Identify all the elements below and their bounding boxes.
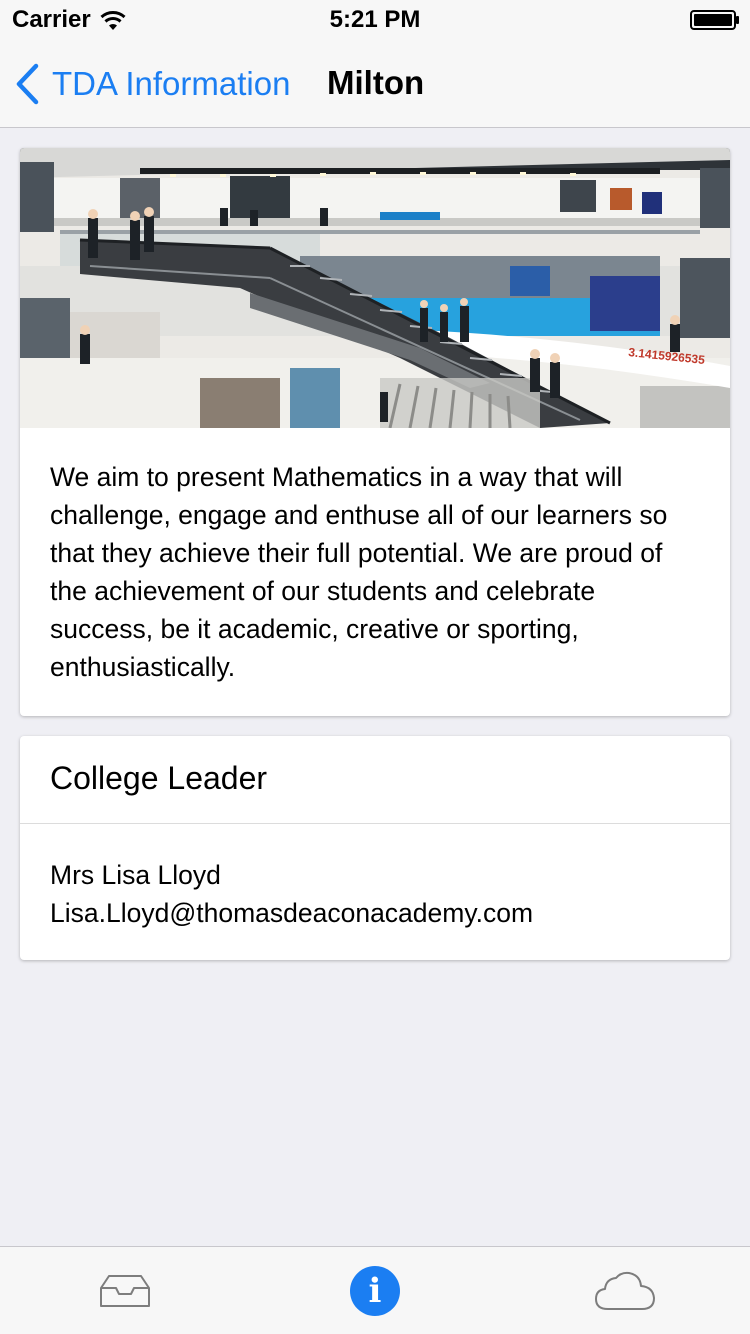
college-atrium-photo: 3.1415926535 xyxy=(20,148,730,428)
tab-info[interactable]: i xyxy=(250,1247,500,1334)
tab-bar: i xyxy=(0,1246,750,1334)
intro-paragraph: We aim to present Mathematics in a way t… xyxy=(50,462,668,682)
college-leader-heading: College Leader xyxy=(50,760,268,796)
intro-card: 3.1415926535 We aim to present Mathemati… xyxy=(20,148,730,716)
status-time: 5:21 PM xyxy=(329,6,421,33)
status-bar: Carrier 5:21 PM xyxy=(0,0,750,40)
divider xyxy=(20,823,730,824)
back-button[interactable]: TDA Information xyxy=(14,60,290,108)
page-title: Milton xyxy=(327,64,425,101)
college-leader-card: College Leader Mrs Lisa Lloyd Lisa.Lloyd… xyxy=(20,736,730,960)
chevron-left-icon xyxy=(16,63,39,105)
leader-name: Mrs Lisa Lloyd xyxy=(50,860,221,890)
info-icon: i xyxy=(350,1266,400,1316)
leader-email-link[interactable]: Lisa.Lloyd@thomasdeaconacademy.com xyxy=(50,894,533,932)
tab-cloud[interactable] xyxy=(500,1247,750,1334)
atrium-illustration: 3.1415926535 xyxy=(20,148,730,428)
cloud-icon xyxy=(595,1271,655,1310)
inbox-icon xyxy=(100,1275,150,1307)
back-button-label: TDA Information xyxy=(52,65,291,102)
tab-inbox[interactable] xyxy=(0,1247,250,1334)
screen: Carrier 5:21 PM TDA Information Milton 3… xyxy=(0,0,750,1334)
battery-icon xyxy=(690,10,739,30)
navigation-bar: TDA Information Milton xyxy=(0,40,750,128)
